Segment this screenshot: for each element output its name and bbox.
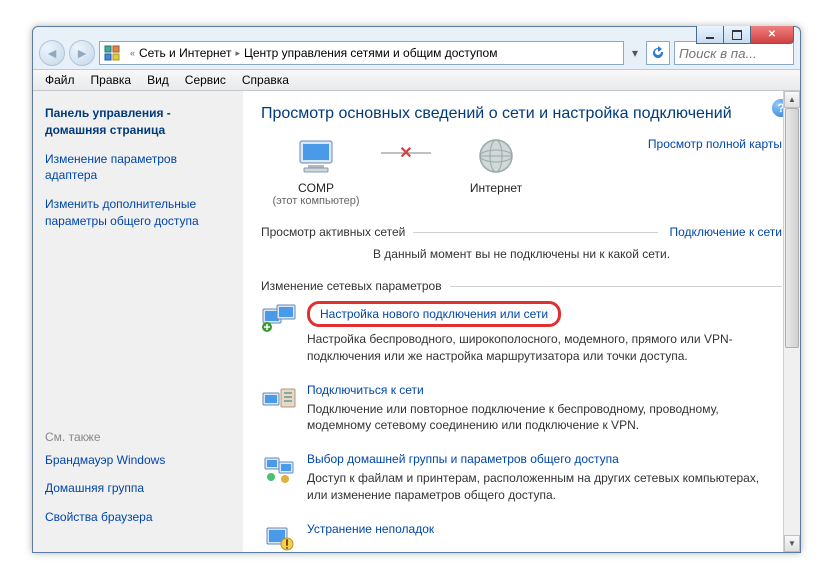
homegroup-icon xyxy=(261,452,297,484)
connect-network-link[interactable]: Подключение к сети xyxy=(670,225,782,239)
menu-view[interactable]: Вид xyxy=(139,71,177,89)
troubleshoot-link[interactable]: Устранение неполадок xyxy=(307,522,434,536)
scroll-up-button[interactable]: ▲ xyxy=(784,91,800,108)
active-networks-section: Просмотр активных сетей Подключение к се… xyxy=(261,225,782,261)
refresh-button[interactable] xyxy=(646,41,670,65)
task-connect: Подключиться к сети Подключение или повт… xyxy=(261,383,782,435)
no-network-text: В данный момент вы не подключены ни к ка… xyxy=(261,247,782,261)
content-pane: ? Просмотр основных сведений о сети и на… xyxy=(243,91,800,552)
breadcrumb-center[interactable]: Центр управления сетями и общим доступом xyxy=(244,46,498,60)
active-networks-label: Просмотр активных сетей xyxy=(261,225,405,239)
new-connection-desc: Настройка беспроводного, широкополосного… xyxy=(307,331,782,365)
browser-props-link[interactable]: Свойства браузера xyxy=(45,509,231,526)
sidebar: Панель управления - домашняя страница Из… xyxy=(33,91,243,552)
nav-row: ◄ ► « Сеть и Интернет ▸ Центр управления… xyxy=(33,37,800,69)
network-map-row: COMP (этот компьютер) ✕ Интернет Просмот… xyxy=(261,137,782,207)
window-buttons xyxy=(697,26,794,44)
control-panel-icon xyxy=(104,45,120,61)
scroll-thumb[interactable] xyxy=(785,108,799,348)
disconnected-icon: ✕ xyxy=(399,143,412,163)
breadcrumb-network[interactable]: Сеть и Интернет xyxy=(139,46,231,60)
window: ◄ ► « Сеть и Интернет ▸ Центр управления… xyxy=(32,26,801,553)
computer-name: COMP xyxy=(261,181,371,195)
close-button[interactable] xyxy=(750,26,794,44)
task-homegroup: Выбор домашней группы и параметров общег… xyxy=(261,452,782,504)
adapter-settings-link[interactable]: Изменение параметров адаптера xyxy=(45,151,231,185)
change-settings-section: Изменение сетевых параметров Настройка н… xyxy=(261,279,782,552)
task-new-connection: Настройка нового подключения или сети На… xyxy=(261,301,782,365)
change-settings-label: Изменение сетевых параметров xyxy=(261,279,442,293)
computer-sub: (этот компьютер) xyxy=(261,195,371,207)
connection-line: ✕ xyxy=(381,133,431,173)
address-bar[interactable]: « Сеть и Интернет ▸ Центр управления сет… xyxy=(99,41,624,65)
cp-home-link[interactable]: Панель управления - домашняя страница xyxy=(45,105,231,139)
homegroup-link[interactable]: Домашняя группа xyxy=(45,480,231,497)
menu-tools[interactable]: Сервис xyxy=(177,71,234,89)
addr-dropdown[interactable]: ▾ xyxy=(628,46,642,60)
main-area: Панель управления - домашняя страница Из… xyxy=(33,91,800,552)
maximize-button[interactable] xyxy=(723,26,751,44)
firewall-link[interactable]: Брандмауэр Windows xyxy=(45,452,231,469)
homegroup-desc: Доступ к файлам и принтерам, расположенн… xyxy=(307,470,782,504)
new-connection-link[interactable]: Настройка нового подключения или сети xyxy=(307,301,561,327)
see-also-header: См. также xyxy=(45,430,231,444)
connect-icon xyxy=(261,383,297,415)
see-also: См. также Брандмауэр Windows Домашняя гр… xyxy=(45,430,231,538)
internet-node: Интернет xyxy=(441,137,551,195)
connect-link[interactable]: Подключиться к сети xyxy=(307,383,424,397)
advanced-sharing-link[interactable]: Изменить дополнительные параметры общего… xyxy=(45,196,231,230)
task-troubleshoot: Устранение неполадок xyxy=(261,522,782,552)
full-map-link[interactable]: Просмотр полной карты xyxy=(648,137,782,151)
internet-label: Интернет xyxy=(441,181,551,195)
search-input[interactable] xyxy=(674,41,794,65)
menu-file[interactable]: Файл xyxy=(37,71,83,89)
menu-edit[interactable]: Правка xyxy=(83,71,140,89)
minimize-button[interactable] xyxy=(696,26,724,44)
troubleshoot-icon xyxy=(261,522,297,552)
new-connection-icon xyxy=(261,301,297,333)
globe-icon xyxy=(474,137,518,177)
vertical-scrollbar[interactable]: ▲ ▼ xyxy=(783,91,800,552)
page-title: Просмотр основных сведений о сети и наст… xyxy=(261,105,782,123)
scroll-down-button[interactable]: ▼ xyxy=(784,535,800,552)
back-button[interactable]: ◄ xyxy=(39,40,65,66)
menu-bar: Файл Правка Вид Сервис Справка xyxy=(33,69,800,91)
forward-button[interactable]: ► xyxy=(69,40,95,66)
menu-help[interactable]: Справка xyxy=(234,71,297,89)
connect-desc: Подключение или повторное подключение к … xyxy=(307,401,782,435)
computer-node: COMP (этот компьютер) xyxy=(261,137,371,207)
homegroup-link2[interactable]: Выбор домашней группы и параметров общег… xyxy=(307,452,619,466)
computer-icon xyxy=(294,137,338,177)
